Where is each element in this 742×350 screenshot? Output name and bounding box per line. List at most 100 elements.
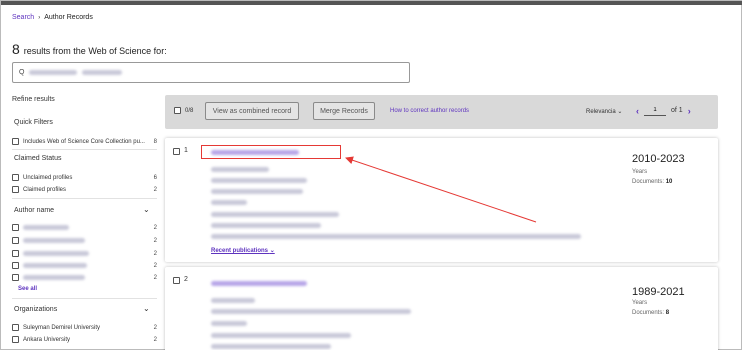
quick-filters-heading: Quick Filters xyxy=(14,119,53,126)
pagination: ‹ of 1 › xyxy=(636,105,691,116)
query-text-redacted xyxy=(29,70,78,75)
filter-label: Claimed profiles xyxy=(23,186,67,193)
organizations-heading: Organizations xyxy=(14,306,58,313)
documents-value: 8 xyxy=(665,310,670,316)
chevron-down-icon: ⌄ xyxy=(617,109,623,115)
chevron-right-icon[interactable]: › xyxy=(688,106,691,116)
filter-author-name[interactable]: 2 xyxy=(12,224,157,231)
author-name-link-redacted[interactable] xyxy=(211,281,307,286)
record-checkbox[interactable] xyxy=(173,277,180,284)
record-detail-redacted xyxy=(211,200,247,205)
chevron-left-icon[interactable]: ‹ xyxy=(636,106,639,116)
breadcrumb-separator: › xyxy=(38,14,41,21)
author-name-redacted xyxy=(23,238,85,243)
record-detail-redacted xyxy=(211,167,269,172)
filter-count: 2 xyxy=(153,186,157,193)
documents-label: Documents: xyxy=(632,179,665,185)
record-detail-redacted xyxy=(211,223,321,228)
select-all-checkbox[interactable] xyxy=(174,107,181,114)
filter-count: 2 xyxy=(153,224,157,231)
breadcrumb-search-link[interactable]: Search xyxy=(12,14,34,21)
documents-count: Documents: 8 xyxy=(632,310,669,316)
record-index: 1 xyxy=(184,147,188,154)
years-label: Years xyxy=(632,300,648,306)
filter-count: 2 xyxy=(153,274,157,281)
filter-label: Unclaimed profiles xyxy=(23,174,73,181)
filter-unclaimed-profiles[interactable]: Unclaimed profiles 6 xyxy=(12,174,157,181)
divider xyxy=(12,198,157,199)
record-detail-redacted xyxy=(211,189,303,194)
author-name-heading: Author name xyxy=(14,207,55,214)
checkbox[interactable] xyxy=(12,274,19,281)
filter-count: 8 xyxy=(153,138,157,145)
record-detail-redacted xyxy=(211,333,351,338)
checkbox[interactable] xyxy=(12,324,19,331)
documents-count: Documents: 10 xyxy=(632,179,672,185)
author-name-redacted xyxy=(23,225,69,230)
record-detail-redacted xyxy=(211,321,247,326)
results-toolbar: 0/8 View as combined record Merge Record… xyxy=(165,95,718,129)
filter-count: 2 xyxy=(153,237,157,244)
filter-author-name[interactable]: 2 xyxy=(12,262,157,269)
search-query-box[interactable]: Q xyxy=(12,62,410,83)
select-count: 0/8 xyxy=(185,107,194,114)
filter-count: 6 xyxy=(153,174,157,181)
filter-label: Includes Web of Science Core Collection … xyxy=(23,138,145,145)
checkbox[interactable] xyxy=(12,237,19,244)
results-heading: 8 results from the Web of Science for: xyxy=(12,41,167,57)
checkbox[interactable] xyxy=(12,224,19,231)
sort-select[interactable]: Relevancia ⌄ xyxy=(586,108,622,115)
results-text: results from the Web of Science for: xyxy=(23,46,167,56)
author-name-redacted xyxy=(23,263,87,268)
filter-core-collection[interactable]: Includes Web of Science Core Collection … xyxy=(12,138,157,145)
checkbox[interactable] xyxy=(12,336,19,343)
chevron-down-icon: ⌄ xyxy=(269,248,275,254)
chevron-down-icon[interactable]: ⌄ xyxy=(143,304,150,313)
select-all[interactable]: 0/8 xyxy=(174,107,193,114)
chevron-down-icon[interactable]: ⌄ xyxy=(143,205,150,214)
record-detail-redacted xyxy=(211,212,339,217)
see-all-link[interactable]: See all xyxy=(18,286,37,292)
refine-results-heading: Refine results xyxy=(12,96,55,103)
recent-publications-toggle[interactable]: Recent publications ⌄ xyxy=(211,247,275,254)
checkbox[interactable] xyxy=(12,186,19,193)
filter-claimed-profiles[interactable]: Claimed profiles 2 xyxy=(12,186,157,193)
filter-author-name[interactable]: 2 xyxy=(12,274,157,281)
divider xyxy=(12,298,157,299)
checkbox[interactable] xyxy=(12,262,19,269)
record-detail-redacted xyxy=(211,298,255,303)
record-index: 2 xyxy=(184,276,188,283)
filter-organization[interactable]: Suleyman Demirel University 2 xyxy=(12,324,157,331)
merge-records-button[interactable]: Merge Records xyxy=(313,102,375,120)
filter-organization[interactable]: Ankara University 2 xyxy=(12,336,157,343)
filter-author-name[interactable]: 2 xyxy=(12,237,157,244)
sort-value: Relevancia xyxy=(586,109,616,115)
checkbox[interactable] xyxy=(12,250,19,257)
divider xyxy=(12,149,157,150)
record-checkbox[interactable] xyxy=(173,148,180,155)
checkbox[interactable] xyxy=(12,138,19,145)
page-number-input[interactable] xyxy=(644,105,666,116)
author-record-card: 2 1989-2021 Years Documents: 8 xyxy=(165,267,718,350)
documents-label: Documents: xyxy=(632,310,665,316)
recent-publications-label: Recent publications xyxy=(211,248,269,254)
filter-count: 2 xyxy=(153,336,157,343)
view-combined-record-button[interactable]: View as combined record xyxy=(205,102,299,120)
author-name-redacted xyxy=(23,251,89,256)
window-top-border xyxy=(1,1,742,5)
correct-author-records-link[interactable]: How to correct author records xyxy=(390,108,469,114)
filter-count: 2 xyxy=(153,262,157,269)
record-years: 1989-2021 xyxy=(632,286,685,298)
checkbox[interactable] xyxy=(12,174,19,181)
record-detail-redacted xyxy=(211,344,331,349)
results-count: 8 xyxy=(12,41,20,57)
filter-author-name[interactable]: 2 xyxy=(12,250,157,257)
filter-label: Suleyman Demirel University xyxy=(23,324,101,331)
documents-value: 10 xyxy=(665,179,673,185)
search-icon: Q xyxy=(19,69,25,76)
query-text-redacted xyxy=(82,70,123,75)
record-detail-redacted xyxy=(211,178,307,183)
page-total: of 1 xyxy=(671,107,683,114)
filter-count: 2 xyxy=(153,250,157,257)
filter-count: 2 xyxy=(153,324,157,331)
